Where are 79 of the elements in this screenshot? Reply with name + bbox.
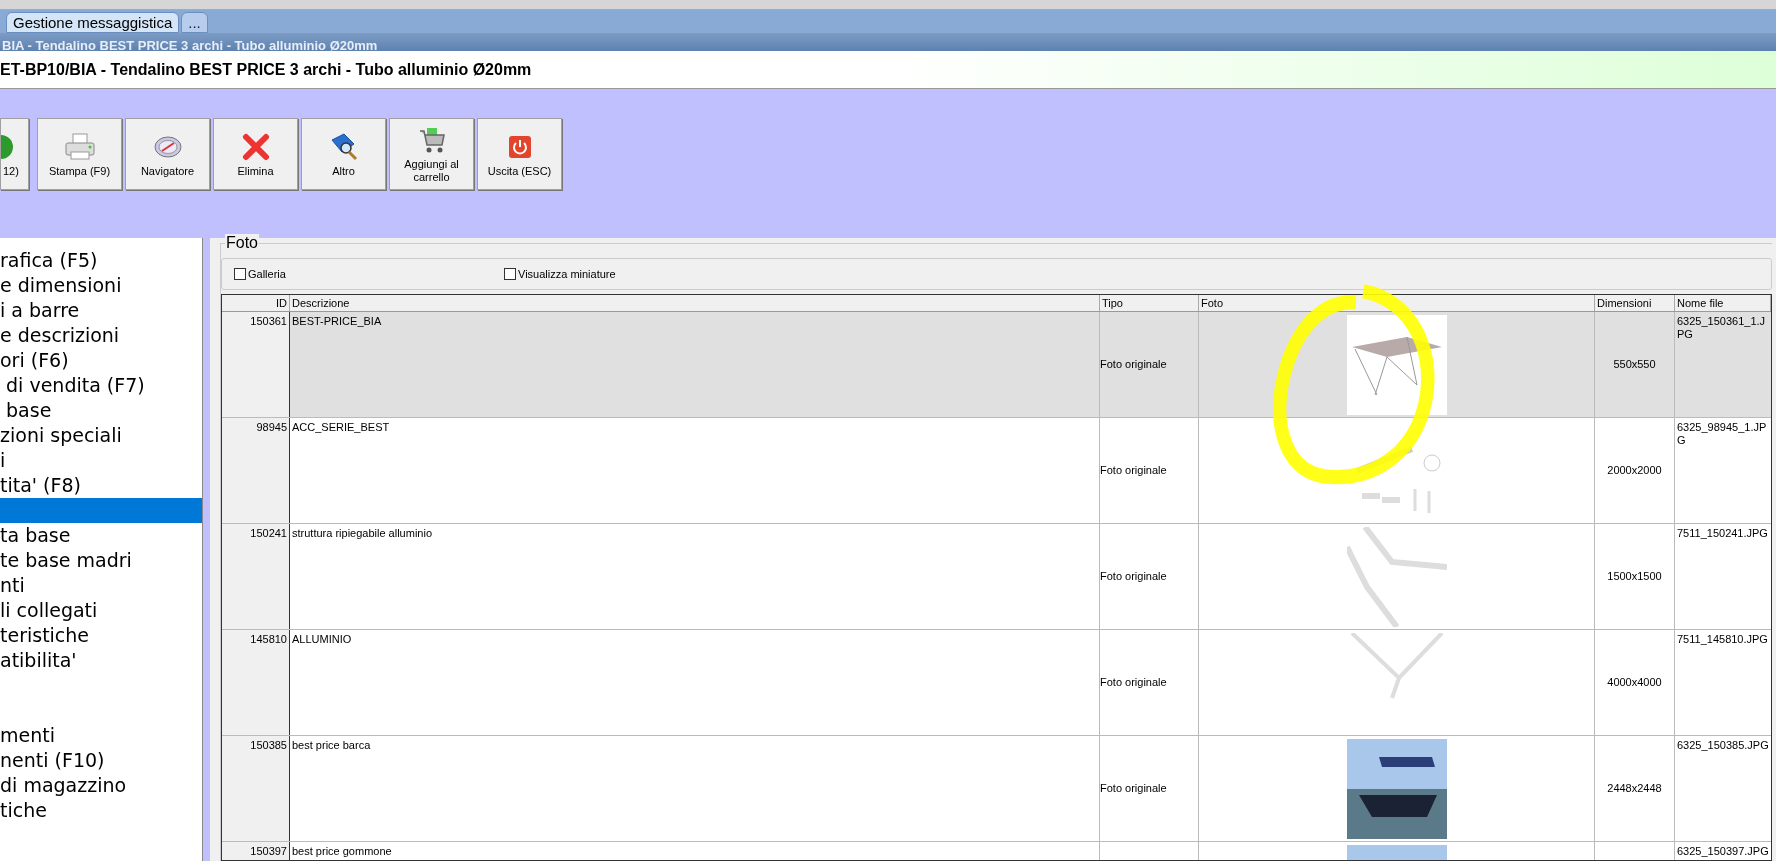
- sidebar-item[interactable]: di magazzino: [0, 773, 202, 798]
- toolbar-button[interactable]: 12): [0, 118, 29, 190]
- table-cell: 6325_150385.JPG: [1677, 739, 1769, 751]
- tab[interactable]: ...: [181, 12, 208, 33]
- splitter-bar[interactable]: [203, 238, 210, 861]
- table-cell: Foto originale: [1100, 676, 1167, 689]
- checkbox[interactable]: Visualizza miniature: [504, 265, 616, 283]
- compass-icon: [152, 134, 183, 159]
- table-cell: Foto originale: [1100, 358, 1167, 371]
- sidebar-item[interactable]: [0, 498, 202, 523]
- table-row[interactable]: 145810 ALLUMINIO Foto originale 4000x4000 7511_145810.JPG: [222, 630, 1771, 736]
- table-cell: 4000x4000: [1607, 676, 1662, 689]
- toolbar-button[interactable]: Aggiungi al carrello: [389, 118, 474, 190]
- table-cell: best price gommone: [292, 845, 392, 857]
- column-header[interactable]: Foto: [1199, 295, 1595, 311]
- sidebar-item[interactable]: e descrizioni: [0, 323, 202, 348]
- table-row[interactable]: 150241 struttura ripiegabile alluminio Foto originale 1500x1500 7511_150241.JPG: [222, 524, 1771, 630]
- column-header[interactable]: Tipo: [1100, 295, 1199, 311]
- table-row[interactable]: 150385 best price barca Foto originale 2448x2448 6325_150385.JPG: [222, 736, 1771, 842]
- table-cell: 1500x1500: [1607, 570, 1662, 583]
- table-cell: 7511_145810.JPG: [1677, 633, 1768, 645]
- sidebar-item[interactable]: nti: [0, 573, 202, 598]
- table-cell: 150241: [250, 527, 287, 539]
- toolbar-button[interactable]: Altro: [301, 118, 386, 190]
- cross-icon: [241, 132, 270, 161]
- table-cell: BEST-PRICE_BIA: [292, 315, 382, 327]
- checkbox[interactable]: Galleria: [234, 265, 504, 283]
- table-cell: Foto originale: [1100, 464, 1167, 477]
- table-cell: 6325_98945_1.JPG: [1677, 421, 1767, 446]
- power-icon: [507, 134, 532, 159]
- column-header[interactable]: Nome file: [1675, 295, 1771, 311]
- sidebar-item[interactable]: rafica (F5): [0, 248, 202, 273]
- table-row[interactable]: 150397 best price gommone 6325_150397.JPG: [222, 842, 1771, 860]
- table-cell: 550x550: [1613, 358, 1656, 371]
- sidebar-item[interactable]: i a barre: [0, 298, 202, 323]
- window-title: BIA - Tendalino BEST PRICE 3 archi - Tubo alluminio Ø20mm: [2, 38, 378, 53]
- toolbar-button[interactable]: Stampa (F9): [37, 118, 122, 190]
- sidebar-item[interactable]: zioni speciali: [0, 423, 202, 448]
- toolbar-button[interactable]: Uscita (ESC): [477, 118, 562, 190]
- column-header[interactable]: ID: [222, 295, 290, 311]
- table-cell: struttura ripiegabile alluminio: [292, 527, 432, 539]
- column-header[interactable]: Descrizione: [290, 295, 1100, 311]
- table-row[interactable]: 150361 BEST-PRICE_BIA Foto originale 550x550 6325_150361_1.JPG: [222, 312, 1771, 418]
- column-header[interactable]: Dimensioni: [1595, 295, 1675, 311]
- table-cell: best price barca: [292, 739, 371, 751]
- table-cell: Foto originale: [1100, 570, 1167, 583]
- sidebar-item[interactable]: nenti (F10): [0, 748, 202, 773]
- table-cell: ACC_SERIE_BEST: [292, 421, 390, 433]
- table-cell: 7511_150241.JPG: [1677, 527, 1768, 539]
- table-cell: 6325_150361_1.JPG: [1677, 315, 1766, 340]
- toolbar-button[interactable]: Elimina: [213, 118, 298, 190]
- sidebar-item[interactable]: e dimensioni: [0, 273, 202, 298]
- printer-icon: [63, 131, 96, 162]
- item-title: ET-BP10/BIA - Tendalino BEST PRICE 3 archi - Tubo alluminio Ø20mm: [0, 59, 532, 80]
- sidebar-item[interactable]: base: [0, 398, 202, 423]
- table-row[interactable]: 98945 ACC_SERIE_BEST Foto originale 2000x2000 6325_98945_1.JPG: [222, 418, 1771, 524]
- table-cell: 150361: [250, 315, 287, 327]
- sidebar-item[interactable]: atibilita': [0, 648, 202, 673]
- table-cell: 150385: [250, 739, 287, 751]
- sidebar-item[interactable]: ta base: [0, 523, 202, 548]
- sidebar-item[interactable]: teristiche: [0, 623, 202, 648]
- sidebar-item[interactable]: tita' (F8): [0, 473, 202, 498]
- table-cell: 6325_150397.JPG: [1677, 845, 1769, 857]
- table-cell: 2448x2448: [1607, 782, 1662, 795]
- sidebar-item[interactable]: menti: [0, 723, 202, 748]
- tab[interactable]: Gestione messaggistica: [6, 12, 180, 33]
- sidebar-item[interactable]: te base madri: [0, 548, 202, 573]
- table-cell: Foto originale: [1100, 782, 1167, 795]
- sidebar-item[interactable]: i: [0, 448, 202, 473]
- sidebar-item[interactable]: ori (F6): [0, 348, 202, 373]
- table-cell: 145810: [250, 633, 287, 645]
- table-cell: ALLUMINIO: [292, 633, 352, 645]
- table-cell: 150397: [250, 845, 287, 857]
- sidebar-item[interactable]: tiche: [0, 798, 202, 823]
- sidebar-item[interactable]: li collegati: [0, 598, 202, 623]
- table-cell: 2000x2000: [1607, 464, 1662, 477]
- table-cell: 98945: [256, 421, 287, 433]
- toolbar-button[interactable]: Navigatore: [125, 118, 210, 190]
- sidebar-item[interactable]: di vendita (F7): [0, 373, 202, 398]
